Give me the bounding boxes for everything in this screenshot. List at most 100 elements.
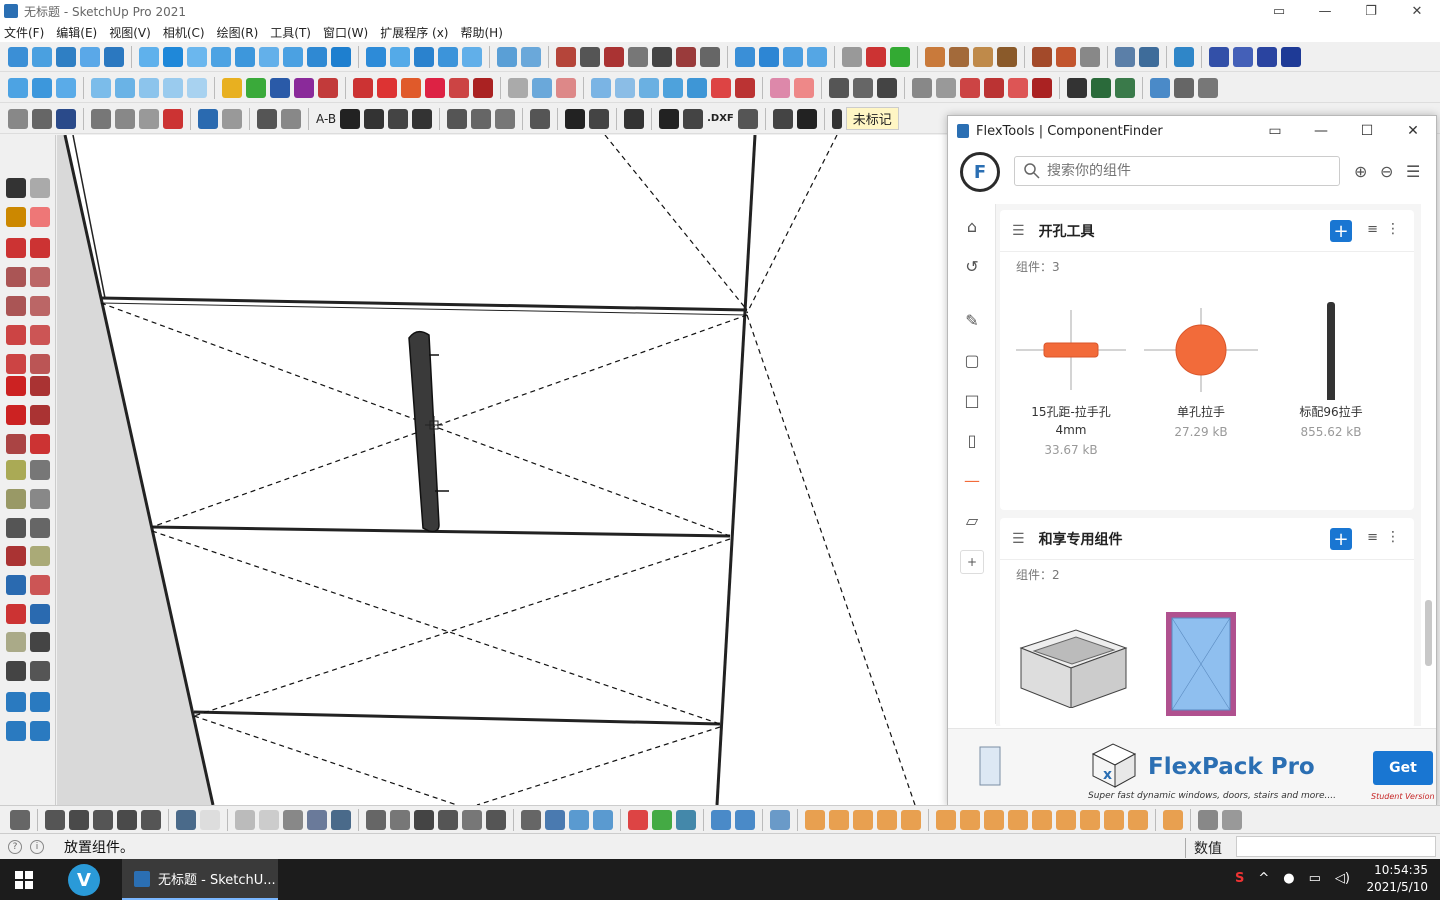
frame-icon[interactable] bbox=[783, 46, 803, 67]
trim-icon[interactable] bbox=[652, 46, 672, 67]
cube-cross-icon[interactable] bbox=[1032, 77, 1052, 98]
recycle-icon[interactable] bbox=[711, 809, 731, 830]
dotted-grid-2-icon[interactable] bbox=[735, 77, 755, 98]
taskbar-sketchup-app[interactable]: 无标题 - SketchU... bbox=[122, 859, 278, 900]
flextools-maximize-button[interactable]: ☐ bbox=[1344, 116, 1390, 146]
volume-icon[interactable]: ◁) bbox=[1335, 871, 1350, 886]
gem-dark-icon[interactable] bbox=[1067, 77, 1087, 98]
snap-orange-icon[interactable] bbox=[1104, 809, 1124, 830]
ab-button[interactable]: A-B bbox=[316, 112, 336, 126]
home-icon[interactable]: ⌂ bbox=[960, 214, 984, 238]
protractor-icon[interactable] bbox=[6, 489, 26, 509]
cube-active-2-icon[interactable] bbox=[593, 809, 613, 830]
sandbox-tool-icon[interactable] bbox=[6, 692, 26, 712]
pointer-icon[interactable] bbox=[831, 108, 842, 129]
pencil-tool-icon[interactable] bbox=[6, 238, 26, 258]
cube-outline-2-icon[interactable] bbox=[936, 77, 956, 98]
gem-purple-icon[interactable] bbox=[294, 77, 314, 98]
component-search-bar[interactable] bbox=[1014, 156, 1340, 186]
polygon-tool-icon[interactable] bbox=[235, 46, 255, 67]
rotated-rect-icon[interactable] bbox=[30, 267, 50, 287]
rectangle-tool-icon[interactable] bbox=[163, 46, 183, 67]
window-outline-icon[interactable]: □ bbox=[960, 388, 984, 412]
cut-icon[interactable] bbox=[91, 108, 111, 129]
bucket-icon[interactable] bbox=[377, 77, 397, 98]
flextools-close-button[interactable]: ✕ bbox=[1390, 116, 1436, 146]
crosshair-icon[interactable] bbox=[8, 108, 28, 129]
pen-icon[interactable]: ✎ bbox=[960, 308, 984, 332]
paint-bucket-tool-icon[interactable] bbox=[6, 207, 26, 227]
sort-icon-1[interactable]: ≡ bbox=[1367, 222, 1378, 237]
image-icon[interactable] bbox=[532, 77, 552, 98]
tiles-3-icon[interactable] bbox=[997, 46, 1017, 67]
paint-pot-icon[interactable] bbox=[829, 77, 849, 98]
chevron-up-icon[interactable]: ^ bbox=[1258, 871, 1269, 886]
tag-selector[interactable]: 未标记 bbox=[845, 107, 899, 130]
globe-icon[interactable] bbox=[508, 77, 528, 98]
slope-orange-icon[interactable] bbox=[1128, 809, 1148, 830]
arrows-split-icon[interactable] bbox=[663, 77, 683, 98]
wand-icon[interactable] bbox=[842, 46, 862, 67]
delete-icon[interactable] bbox=[163, 108, 183, 129]
grid-window-icon[interactable] bbox=[591, 77, 611, 98]
array-orange-icon[interactable] bbox=[1008, 809, 1028, 830]
arc-tool-icon[interactable] bbox=[6, 325, 26, 345]
warehouse-icon[interactable] bbox=[366, 809, 386, 830]
cube-red-3-icon[interactable] bbox=[1008, 77, 1028, 98]
layers-icon[interactable] bbox=[1032, 46, 1052, 67]
door-outline-icon[interactable]: ▯ bbox=[960, 428, 984, 452]
menu-window[interactable]: 窗口(W) bbox=[323, 24, 368, 41]
cloud-icon[interactable] bbox=[735, 46, 755, 67]
previous-view-icon[interactable] bbox=[30, 604, 50, 624]
cube-active-icon[interactable] bbox=[569, 809, 589, 830]
green-arrow-icon[interactable] bbox=[890, 46, 910, 67]
clock[interactable]: 10:54:35 2021/5/10 bbox=[1366, 862, 1428, 896]
more-options-icon-1[interactable]: ⋮ bbox=[1386, 221, 1400, 237]
component-item[interactable]: 15孔距-拉手孔 4mm 33.67 kB bbox=[1006, 300, 1136, 459]
cake-icon[interactable] bbox=[401, 77, 421, 98]
table-icon[interactable] bbox=[589, 108, 610, 129]
circle-red-icon[interactable] bbox=[628, 809, 648, 830]
new-file-icon[interactable] bbox=[8, 46, 28, 67]
hidden-line-icon[interactable] bbox=[259, 809, 279, 830]
monochrome-icon[interactable] bbox=[331, 809, 351, 830]
union-icon[interactable] bbox=[700, 46, 720, 67]
distribute-orange-icon[interactable] bbox=[1032, 809, 1052, 830]
orbit-tool-icon[interactable] bbox=[6, 546, 26, 566]
redo-icon[interactable] bbox=[222, 108, 242, 129]
zoom-extents-icon[interactable] bbox=[6, 604, 26, 624]
grid-orange-icon[interactable] bbox=[960, 809, 980, 830]
frame-outline-icon[interactable]: ▢ bbox=[960, 348, 984, 372]
network-icon[interactable]: ▭ bbox=[1309, 871, 1321, 886]
gear-icon[interactable] bbox=[1198, 77, 1218, 98]
download-icon[interactable] bbox=[390, 46, 410, 67]
circle-blue-icon[interactable] bbox=[676, 809, 696, 830]
printer-icon[interactable] bbox=[1174, 46, 1194, 67]
component-item[interactable]: 标配96拉手 855.62 kB bbox=[1266, 300, 1396, 441]
add-component-button-1[interactable]: + bbox=[1330, 220, 1352, 242]
menu-camera[interactable]: 相机(C) bbox=[163, 24, 205, 41]
menu-tools[interactable]: 工具(T) bbox=[270, 24, 311, 41]
3d-text-icon[interactable] bbox=[30, 518, 50, 538]
brush-icon[interactable] bbox=[735, 809, 755, 830]
compass-icon[interactable] bbox=[163, 77, 183, 98]
link-icon[interactable] bbox=[115, 77, 135, 98]
refresh-icon[interactable] bbox=[412, 108, 433, 129]
pinned-app-icon[interactable]: V bbox=[68, 864, 100, 896]
grid-window-2-icon[interactable] bbox=[615, 77, 635, 98]
arc-2-tool-icon[interactable] bbox=[30, 325, 50, 345]
rotate-tool-icon[interactable] bbox=[331, 46, 351, 67]
arc-3-tool-icon[interactable] bbox=[6, 354, 26, 374]
zoom-in-icon[interactable]: ⊕ bbox=[1354, 162, 1367, 181]
component-item[interactable] bbox=[1006, 608, 1136, 711]
close-button[interactable]: ✕ bbox=[1394, 0, 1440, 22]
eraser-tool-icon[interactable] bbox=[30, 207, 50, 227]
move-tool-icon[interactable] bbox=[6, 376, 26, 396]
back-edges-icon[interactable] bbox=[200, 809, 220, 830]
axes-tool-icon[interactable] bbox=[6, 518, 26, 538]
left-view-icon[interactable] bbox=[141, 809, 161, 830]
paste-icon[interactable] bbox=[139, 108, 159, 129]
menu-draw[interactable]: 绘图(R) bbox=[217, 24, 259, 41]
cube-blue-icon[interactable] bbox=[545, 809, 565, 830]
handle-category-icon[interactable]: — bbox=[960, 468, 984, 492]
